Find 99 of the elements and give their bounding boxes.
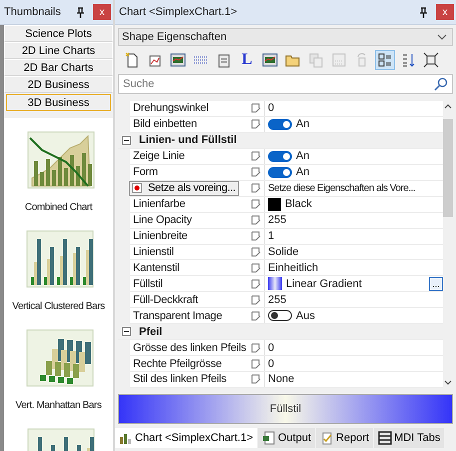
- search-icon: [434, 77, 448, 91]
- edit-icon[interactable]: [251, 246, 261, 257]
- property-value: Linear Gradient: [286, 278, 363, 290]
- property-name: Transparent Image: [133, 310, 222, 322]
- property-name: Linienstil: [133, 246, 174, 258]
- property-name: Linienbreite: [133, 230, 188, 242]
- edit-icon[interactable]: [251, 151, 261, 162]
- scroll-up-icon[interactable]: [444, 104, 452, 109]
- window-icon: [170, 52, 186, 68]
- property-value: 1: [268, 230, 276, 242]
- edit-icon[interactable]: [251, 103, 261, 114]
- copy-icon: [308, 52, 324, 68]
- collapse-toggle-icon[interactable]: [122, 327, 131, 336]
- panel-title: Thumbnails: [4, 6, 62, 18]
- category-button[interactable]: 2D Bar Charts: [4, 59, 113, 76]
- document-tab[interactable]: MDI Tabs: [374, 428, 444, 448]
- property-value: An: [296, 118, 310, 130]
- property-name: Grösse des linken Pfeils: [133, 342, 246, 354]
- thumbnail-caption: Vertical Clustered Bars: [12, 301, 105, 312]
- close-button[interactable]: x: [93, 4, 111, 20]
- panel-title: Chart <SimplexChart.1>: [119, 6, 238, 18]
- toggle-switch[interactable]: [268, 118, 292, 130]
- toggle-switch[interactable]: [268, 310, 292, 322]
- property-name: Bild einbetten: [133, 118, 197, 130]
- collapse-toggle-icon[interactable]: [122, 136, 131, 145]
- edit-icon[interactable]: [251, 215, 261, 226]
- new-icon: [124, 52, 140, 68]
- category-button[interactable]: 3D Business: [6, 94, 111, 111]
- scroll-down-icon[interactable]: [444, 380, 452, 385]
- categorized-icon: [377, 52, 393, 68]
- edit-icon[interactable]: [251, 358, 261, 369]
- property-value: Solide: [268, 246, 300, 258]
- chevron-down-icon: [437, 34, 447, 40]
- property-name: Füllstil: [133, 278, 163, 290]
- document-tab[interactable]: Chart <SimplexChart.1>: [115, 428, 257, 448]
- property-value: 0: [268, 102, 276, 114]
- toggle-switch[interactable]: [268, 150, 292, 162]
- category-button[interactable]: 2D Business: [4, 76, 113, 93]
- set-default-button[interactable]: Setze als voreing...: [129, 180, 239, 196]
- pin-icon[interactable]: [419, 6, 428, 18]
- document-tab[interactable]: Output: [258, 428, 316, 448]
- document-icon: [262, 431, 276, 445]
- collapse-tool-button[interactable]: [421, 50, 441, 70]
- category-title: Pfeil: [139, 326, 162, 338]
- collapse-icon: [423, 52, 439, 68]
- edit-icon[interactable]: [251, 294, 261, 305]
- property-value: Einheitlich: [268, 262, 320, 274]
- property-name: Füll-Deckkraft: [133, 294, 198, 306]
- edit-icon[interactable]: [251, 231, 261, 242]
- property-name: Stil des linken Pfeils: [133, 373, 226, 386]
- edit-icon[interactable]: [251, 342, 261, 353]
- edit-icon[interactable]: [251, 310, 261, 321]
- edit-icon[interactable]: [251, 374, 261, 384]
- property-name: Line Opacity: [133, 214, 192, 226]
- gradient-swatch: [268, 277, 282, 290]
- edit-icon[interactable]: [251, 262, 261, 273]
- text-tool-button[interactable]: L: [237, 50, 257, 70]
- document-tab[interactable]: Report: [316, 428, 374, 448]
- property-value: None: [268, 373, 296, 386]
- category-button[interactable]: Science Plots: [4, 25, 113, 42]
- property-value: Aus: [296, 310, 316, 322]
- property-value: 255: [268, 214, 288, 226]
- property-value: An: [296, 166, 310, 178]
- search-field[interactable]: Suche: [118, 74, 453, 94]
- property-value: 255: [268, 294, 288, 306]
- category-title: Linien- und Füllstil: [139, 134, 237, 146]
- thumbnail-caption: Combined Chart: [24, 202, 92, 213]
- close-button[interactable]: x: [436, 4, 454, 20]
- property-name: Rechte Pfeilgrösse: [133, 358, 222, 370]
- edit-icon[interactable]: [251, 167, 261, 178]
- ellipsis-button[interactable]: ...: [429, 276, 443, 291]
- categorized-tool-button[interactable]: [375, 50, 395, 70]
- pin-icon[interactable]: [76, 6, 85, 18]
- sort-icon: [400, 52, 416, 68]
- edit-icon[interactable]: [251, 278, 261, 289]
- record-icon: [132, 183, 142, 194]
- property-value: 0: [268, 358, 276, 370]
- property-value: Black: [285, 198, 313, 210]
- property-name: Kantenstil: [133, 262, 180, 274]
- thumbnail-caption: Vert. Manhattan Bars: [16, 400, 102, 411]
- property-value: 0: [268, 342, 276, 354]
- window-icon: [262, 52, 278, 68]
- property-name: Zeige Linie: [133, 150, 185, 162]
- checklist-icon: [320, 431, 334, 445]
- edit-icon[interactable]: [251, 119, 261, 130]
- preview-label: Füllstil: [270, 403, 302, 415]
- property-name: Form: [133, 166, 158, 178]
- object-dropdown[interactable]: Shape Eigenschaften: [118, 28, 453, 46]
- edit-icon[interactable]: [251, 199, 261, 210]
- clipboard-icon: [216, 52, 232, 68]
- property-value: An: [296, 150, 310, 162]
- tabs-icon: [378, 431, 392, 445]
- category-button[interactable]: 2D Line Charts: [4, 42, 113, 59]
- toggle-switch[interactable]: [268, 166, 292, 178]
- edit-icon[interactable]: [251, 183, 261, 194]
- property-name: Drehungswinkel: [133, 102, 208, 114]
- property-value: Setze diese Eigenschaften als Vore...: [268, 182, 416, 194]
- bar-chart-icon: [119, 431, 133, 445]
- property-name: Linienfarbe: [133, 198, 186, 210]
